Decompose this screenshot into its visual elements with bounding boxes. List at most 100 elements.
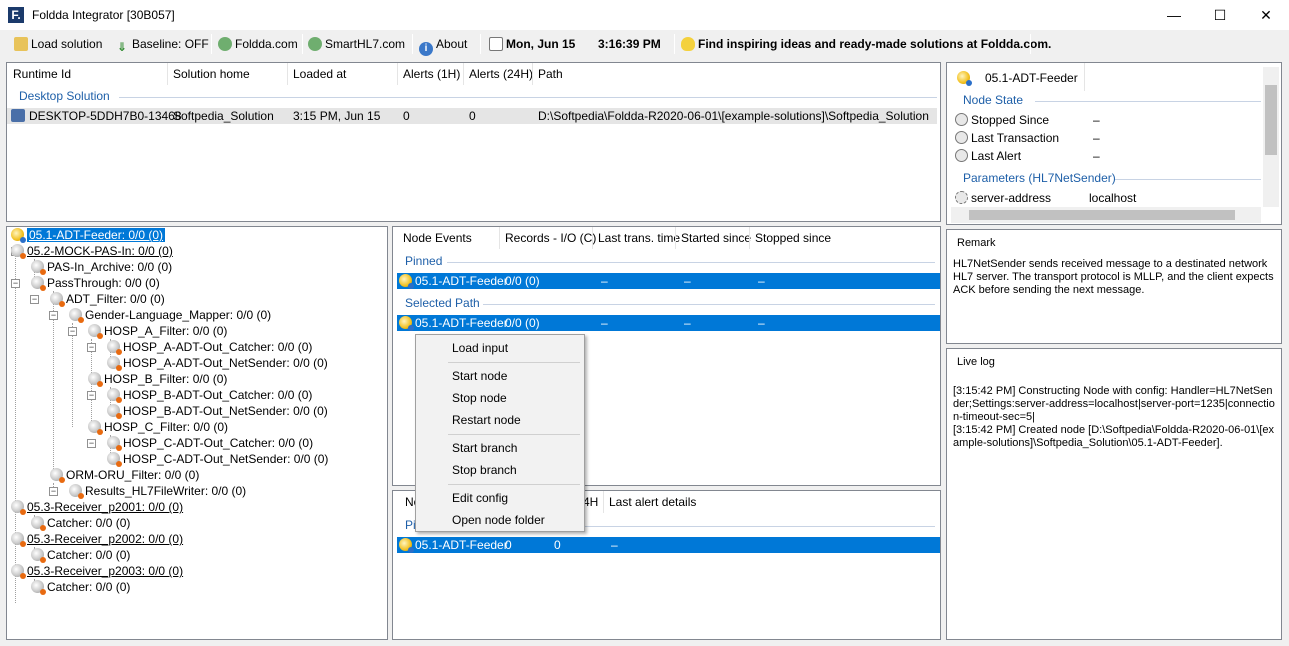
column-header-alerts-24h[interactable]: Alerts (24H)	[463, 63, 533, 85]
tree-node-label: HOSP_B-ADT-Out_Catcher: 0/0 (0)	[123, 388, 313, 402]
column-header-last-alert-details[interactable]: Last alert details	[603, 491, 696, 513]
scrollbar-thumb[interactable]	[1265, 85, 1277, 155]
tree-node[interactable]: HOSP_C-ADT-Out_NetSender: 0/0 (0)	[107, 451, 328, 467]
column-header-records[interactable]: Records - I/O (C)	[499, 227, 596, 249]
tree-expander[interactable]: −	[87, 391, 96, 400]
tree-node[interactable]: PAS-In_Archive: 0/0 (0)	[31, 259, 172, 275]
column-header-loaded-at[interactable]: Loaded at	[287, 63, 346, 85]
smarthl7-label: SmartHL7.com	[325, 37, 406, 51]
close-button[interactable]: ✕	[1243, 0, 1289, 30]
tree-node[interactable]: 05.1-ADT-Feeder: 0/0 (0)	[11, 227, 166, 243]
column-header-stopped-since[interactable]: Stopped since	[749, 227, 831, 249]
node-icon	[107, 436, 122, 451]
group-desktop-solution: Desktop Solution	[19, 89, 110, 103]
date-display: Mon, Jun 15	[489, 35, 575, 53]
pinned-row[interactable]: 05.1-ADT-Feeder 0/0 (0) – – –	[397, 273, 940, 289]
about-label: About	[436, 37, 468, 51]
menu-item-restart-node[interactable]: Restart node	[452, 413, 521, 427]
computer-icon	[11, 109, 25, 122]
tree-node[interactable]: Catcher: 0/0 (0)	[31, 547, 130, 563]
selected-path-row[interactable]: 05.1-ADT-Feeder 0/0 (0) – – –	[397, 315, 940, 331]
tree-node[interactable]: ORM-ORU_Filter: 0/0 (0)	[50, 467, 199, 483]
tree-node[interactable]: ADT_Filter: 0/0 (0)	[50, 291, 165, 307]
toolbar: Load solution ⇓ Baseline: OFF Foldda.com …	[0, 30, 1289, 58]
minimize-button[interactable]: —	[1151, 0, 1197, 30]
tree-node[interactable]: Catcher: 0/0 (0)	[31, 579, 130, 595]
tree-node[interactable]: 05.3-Receiver_p2001: 0/0 (0)	[11, 499, 183, 515]
tree-expander[interactable]: −	[49, 487, 58, 496]
tree-node[interactable]: 05.2-MOCK-PAS-In: 0/0 (0)	[11, 243, 173, 259]
tree-node[interactable]: Gender-Language_Mapper: 0/0 (0)	[69, 307, 271, 323]
node-star-icon	[399, 316, 414, 331]
event-records-cell: 0/0 (0)	[505, 274, 540, 288]
tree-expander[interactable]: −	[30, 295, 39, 304]
menu-item-start-branch[interactable]: Start branch	[452, 441, 517, 455]
tree-expander[interactable]: −	[87, 343, 96, 352]
tree-node[interactable]: PassThrough: 0/0 (0)	[31, 275, 160, 291]
tree-expander[interactable]: −	[49, 311, 58, 320]
horizontal-scrollbar[interactable]	[951, 207, 1261, 223]
tree-node[interactable]: HOSP_B-ADT-Out_NetSender: 0/0 (0)	[107, 403, 328, 419]
tree-node-label: HOSP_A_Filter: 0/0 (0)	[104, 324, 228, 338]
tree-node-label: Catcher: 0/0 (0)	[47, 516, 131, 530]
node-icon	[50, 468, 65, 483]
column-header-last-trans[interactable]: Last trans. time	[592, 227, 680, 249]
column-header-runtime-id[interactable]: Runtime Id	[7, 63, 71, 85]
node-icon	[107, 340, 122, 355]
column-header-path[interactable]: Path	[532, 63, 563, 85]
prop-last-alert[interactable]: Last Alert	[955, 149, 1021, 163]
tree-node[interactable]: 05.3-Receiver_p2002: 0/0 (0)	[11, 531, 183, 547]
tree-node[interactable]: 05.3-Receiver_p2003: 0/0 (0)	[11, 563, 183, 579]
alert-row[interactable]: 05.1-ADT-Feeder 0 0 –	[397, 537, 940, 553]
smarthl7-link[interactable]: SmartHL7.com	[308, 35, 405, 53]
tree-node[interactable]: HOSP_C-ADT-Out_Catcher: 0/0 (0)	[107, 435, 313, 451]
tip-link[interactable]: Find inspiring ideas and ready-made solu…	[681, 35, 1051, 53]
live-log-panel: Live log [3:15:42 PM] Constructing Node …	[946, 348, 1282, 640]
prop-server-address[interactable]: server-address	[955, 191, 1051, 205]
tree-expander[interactable]: −	[11, 279, 20, 288]
alerts-1h-cell: 0	[403, 109, 410, 123]
baseline-button[interactable]: ⇓ Baseline: OFF	[115, 35, 209, 54]
tree-node-label: 05.3-Receiver_p2001: 0/0 (0)	[27, 500, 184, 514]
about-button[interactable]: i About	[419, 35, 468, 56]
menu-item-open-node-folder[interactable]: Open node folder	[452, 513, 545, 527]
tree-node-label: Catcher: 0/0 (0)	[47, 548, 131, 562]
menu-item-load-input[interactable]: Load input	[452, 341, 508, 355]
column-header-started-since[interactable]: Started since	[675, 227, 751, 249]
tree-node[interactable]: HOSP_A_Filter: 0/0 (0)	[88, 323, 227, 339]
tree-line	[72, 323, 73, 427]
tree-node[interactable]: HOSP_A-ADT-Out_Catcher: 0/0 (0)	[107, 339, 312, 355]
menu-item-stop-branch[interactable]: Stop branch	[452, 463, 517, 477]
tree-node[interactable]: Catcher: 0/0 (0)	[31, 515, 130, 531]
foldda-link[interactable]: Foldda.com	[218, 35, 298, 53]
group-selected-path: Selected Path	[405, 296, 480, 310]
menu-item-start-node[interactable]: Start node	[452, 369, 507, 383]
alerts-24h-cell: 0	[469, 109, 476, 123]
tree-node[interactable]: HOSP_C_Filter: 0/0 (0)	[88, 419, 228, 435]
column-header-alerts-1h[interactable]: Alerts (1H)	[397, 63, 460, 85]
menu-item-stop-node[interactable]: Stop node	[452, 391, 507, 405]
tree-expander[interactable]: −	[68, 327, 77, 336]
tree-node[interactable]: HOSP_A-ADT-Out_NetSender: 0/0 (0)	[107, 355, 328, 371]
tree-expander[interactable]: −	[87, 439, 96, 448]
column-header-node-events[interactable]: Node Events	[397, 227, 472, 249]
tree-node-label: ORM-ORU_Filter: 0/0 (0)	[66, 468, 200, 482]
tree-node[interactable]: HOSP_B-ADT-Out_Catcher: 0/0 (0)	[107, 387, 312, 403]
table-row[interactable]: DESKTOP-5DDH7B0-13468 Softpedia_Solution…	[7, 108, 937, 124]
tree-node[interactable]: Results_HL7FileWriter: 0/0 (0)	[69, 483, 246, 499]
prop-stopped-since[interactable]: Stopped Since	[955, 113, 1049, 127]
alert-24h-cell: 0	[554, 538, 561, 552]
load-solution-button[interactable]: Load solution	[14, 35, 102, 53]
properties-tab[interactable]: 05.1-ADT-Feeder	[947, 63, 1085, 91]
vertical-scrollbar[interactable]	[1263, 67, 1279, 207]
prop-last-transaction[interactable]: Last Transaction	[955, 131, 1059, 145]
loaded-at-cell: 3:15 PM, Jun 15	[293, 109, 381, 123]
tree-node[interactable]: HOSP_B_Filter: 0/0 (0)	[88, 371, 227, 387]
column-header-solution-home[interactable]: Solution home	[167, 63, 250, 85]
group-line	[483, 304, 935, 305]
info-icon: i	[419, 42, 433, 56]
scrollbar-thumb[interactable]	[969, 210, 1235, 220]
menu-item-edit-config[interactable]: Edit config	[452, 491, 508, 505]
maximize-button[interactable]: ☐	[1197, 0, 1243, 30]
node-icon	[88, 420, 103, 435]
